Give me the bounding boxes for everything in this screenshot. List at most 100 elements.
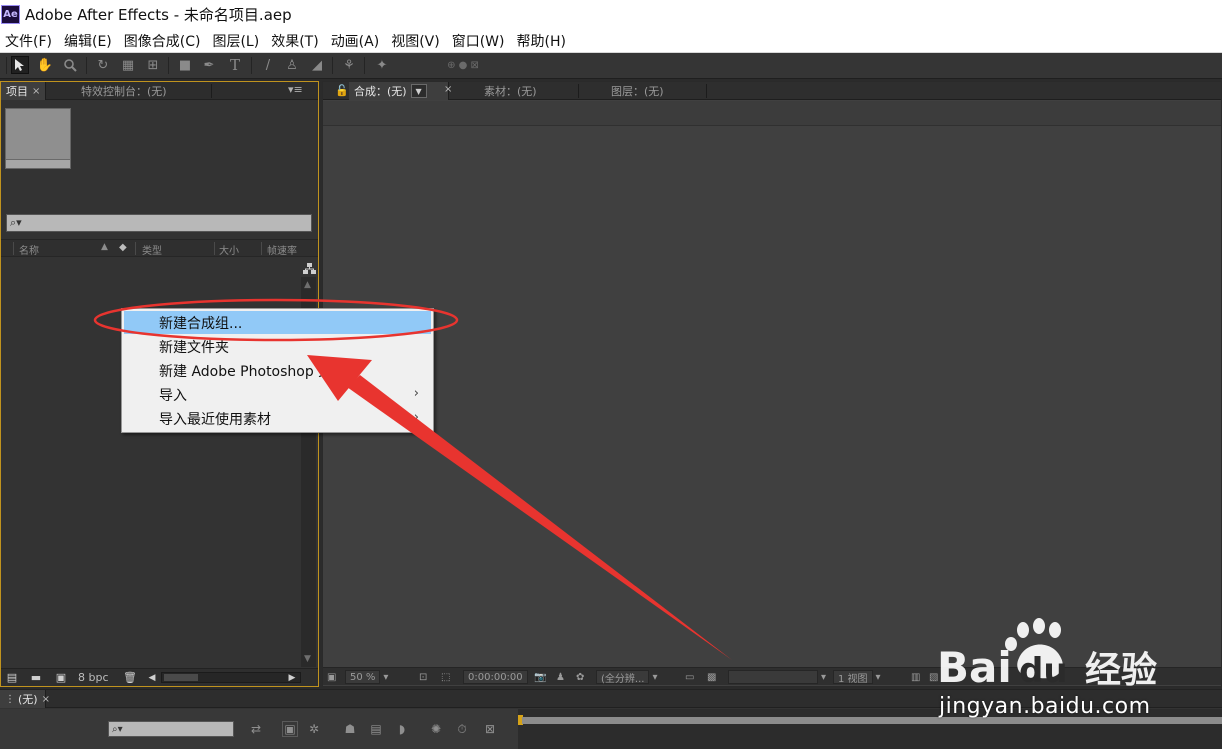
hide-shy-layers-icon[interactable]: ☗	[342, 721, 358, 737]
camera-tool-icon[interactable]: ▦	[119, 56, 137, 74]
zoom-tool-icon[interactable]	[61, 56, 79, 74]
scroll-down-arrow-icon[interactable]: ▼	[304, 654, 311, 664]
pan-behind-tool-icon[interactable]: ⊞	[144, 56, 162, 74]
always-preview-icon[interactable]: ▣	[327, 670, 336, 684]
tab-effect-controls[interactable]: 特效控制台：(无)	[76, 82, 167, 100]
column-type[interactable]: 类型	[142, 242, 162, 257]
toolbar-grip	[6, 57, 7, 74]
roto-brush-tool-icon[interactable]: ⚘	[340, 56, 358, 74]
resolution-dropdown[interactable]: (全分辨... ▾	[596, 670, 657, 685]
draft-3d-icon[interactable]: ✲	[306, 721, 322, 737]
hand-tool-icon[interactable]: ✋	[36, 56, 54, 74]
camera-view-dropdown[interactable]: ▾	[728, 670, 826, 684]
selection-tool-icon[interactable]	[11, 56, 29, 74]
timeline-search-input[interactable]: ⌕▾	[108, 721, 234, 737]
label-tag-icon[interactable]: ◆	[119, 242, 127, 253]
toggle-pixel-aspect-icon[interactable]: ▥	[911, 670, 920, 684]
menu-item-new-photoshop-file[interactable]: 新建 Adobe Photoshop 文件...	[124, 359, 431, 382]
type-tool-icon[interactable]: T	[226, 56, 244, 74]
lock-icon[interactable]: 🔓	[335, 84, 349, 97]
rectangle-tool-icon[interactable]: ■	[176, 56, 194, 74]
zoom-dropdown[interactable]: 50 % ▾	[345, 670, 388, 684]
bit-depth-label[interactable]: 8 bpc	[78, 671, 109, 684]
safe-margins-icon[interactable]: ⊡	[419, 670, 427, 684]
project-search-input[interactable]: ⌕▾	[6, 214, 312, 232]
clone-stamp-tool-icon[interactable]: ♙	[283, 56, 301, 74]
tab-footage[interactable]: 素材：(无)	[479, 82, 579, 100]
tab-project[interactable]: 项目 ×	[1, 82, 46, 100]
live-update-icon[interactable]: ▣	[282, 721, 298, 737]
tab-layer[interactable]: 图层：(无)	[606, 82, 706, 100]
brush-tool-icon[interactable]: /	[259, 56, 277, 74]
rotate-tool-icon[interactable]: ↻	[94, 56, 112, 74]
menu-edit[interactable]: 编辑(E)	[59, 31, 119, 51]
motion-blur-icon[interactable]: ◗	[394, 721, 410, 737]
eraser-tool-icon[interactable]: ◢	[308, 56, 326, 74]
toolbar-divider	[86, 57, 87, 74]
scrollbar-thumb[interactable]	[164, 674, 198, 681]
menu-layer[interactable]: 图层(L)	[207, 31, 266, 51]
region-of-interest-icon[interactable]: ▭	[685, 670, 694, 684]
panel-menu-icon[interactable]: ▾≡	[288, 83, 303, 96]
tab-effect-controls-label: 特效控制台：(无)	[81, 85, 167, 98]
timeline-layer-controls: ⌕▾ ⇄ ▣ ✲ ☗ ▤ ◗ ✺ ⏱ ⊠	[0, 709, 518, 749]
sort-ascending-icon[interactable]: ▲	[101, 242, 108, 252]
axis-mode-icons[interactable]: ⊕ ● ⊠	[440, 56, 486, 74]
menu-effect[interactable]: 效果(T)	[266, 31, 325, 51]
window-title: Adobe After Effects - 未命名项目.aep	[25, 6, 292, 24]
scroll-up-arrow-icon[interactable]: ▲	[304, 280, 311, 290]
current-time-display[interactable]: 0:00:00:00	[463, 670, 528, 684]
auto-keyframe-icon[interactable]: ⏱	[454, 721, 470, 737]
after-effects-logo-icon: Ae	[1, 5, 20, 24]
menu-item-new-composition[interactable]: 新建合成组...	[124, 311, 431, 334]
tab-composition[interactable]: 合成：(无) ▼	[349, 82, 449, 100]
view-layout-dropdown[interactable]: 1 视图 ▾	[833, 670, 881, 685]
new-composition-icon[interactable]: ▣	[54, 671, 68, 684]
scroll-right-arrow-icon[interactable]: ▶	[285, 671, 299, 684]
frame-blending-icon[interactable]: ▤	[368, 721, 384, 737]
menu-item-import-recent[interactable]: 导入最近使用素材 ›	[124, 407, 431, 430]
new-folder-icon[interactable]: ▬	[29, 671, 43, 684]
comp-mini-flowchart-icon[interactable]: ⇄	[248, 721, 264, 737]
fast-previews-icon[interactable]: ▧	[929, 670, 938, 684]
menu-help[interactable]: 帮助(H)	[512, 31, 573, 51]
chevron-right-icon: ›	[413, 386, 419, 401]
menu-window[interactable]: 窗口(W)	[447, 31, 512, 51]
toolbar-divider	[364, 57, 365, 74]
views-value: 1 视图	[833, 670, 873, 685]
tab-timeline[interactable]: ⋮ (无) ×	[0, 690, 50, 708]
transparency-grid-icon[interactable]: ▩	[707, 670, 716, 684]
watermark-url: jingyan.baidu.com	[939, 694, 1151, 719]
pen-tool-icon[interactable]: ✒	[200, 56, 218, 74]
interpret-footage-icon[interactable]: ▤	[5, 671, 19, 684]
composition-footer-controls: ▣ 50 % ▾ ⊡ ⬚ 0:00:00:00 📷 ♟ ✿ (全分辨... ▾ ▭ …	[323, 667, 1221, 685]
menu-composition[interactable]: 图像合成(C)	[119, 31, 208, 51]
menu-item-label: 新建合成组...	[159, 315, 243, 332]
color-channels-icon[interactable]: ✿	[576, 670, 584, 684]
toolbar-divider	[332, 57, 333, 74]
menu-item-import[interactable]: 导入 ›	[124, 383, 431, 406]
menu-file[interactable]: 文件(F)	[0, 31, 59, 51]
close-icon[interactable]: ×	[444, 84, 452, 95]
brainstorm-icon[interactable]: ✺	[428, 721, 444, 737]
mask-visibility-icon[interactable]: ⬚	[441, 670, 450, 684]
column-size[interactable]: 大小	[219, 242, 239, 257]
column-frame-rate[interactable]: 帧速率	[267, 242, 297, 257]
menu-view[interactable]: 视图(V)	[386, 31, 447, 51]
project-horizontal-scrollbar[interactable]	[161, 672, 301, 683]
trash-icon[interactable]: 🗑	[123, 671, 137, 684]
scroll-left-arrow-icon[interactable]: ◀	[145, 671, 159, 684]
composition-subheader	[323, 101, 1221, 126]
menu-animation[interactable]: 动画(A)	[326, 31, 387, 51]
menu-item-new-folder[interactable]: 新建文件夹	[124, 335, 431, 358]
column-name[interactable]: 名称	[19, 242, 39, 257]
snapshot-camera-icon[interactable]: 📷	[534, 670, 546, 684]
flowchart-icon[interactable]	[303, 263, 316, 275]
close-icon[interactable]: ×	[32, 86, 40, 97]
puppet-pin-tool-icon[interactable]: ✦	[373, 56, 391, 74]
graph-editor-icon[interactable]: ⊠	[482, 721, 498, 737]
show-snapshot-icon[interactable]: ♟	[556, 670, 565, 684]
chevron-down-icon[interactable]: ▼	[410, 84, 427, 98]
tab-composition-label: 合成：(无)	[354, 85, 407, 98]
close-icon[interactable]: ×	[42, 694, 50, 705]
